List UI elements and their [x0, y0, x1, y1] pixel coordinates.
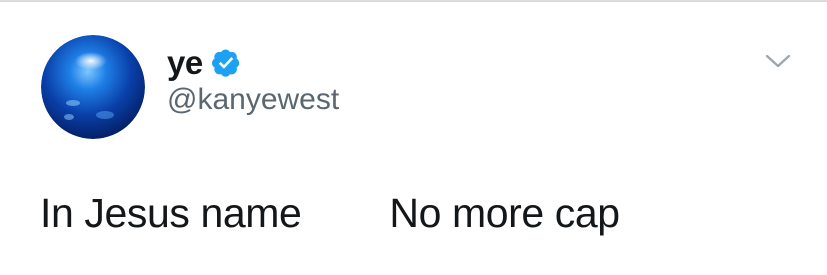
user-handle[interactable]: @kanyewest: [167, 85, 339, 115]
verified-badge-icon: [211, 48, 241, 77]
display-name[interactable]: ye: [167, 46, 203, 79]
display-name-row[interactable]: ye: [167, 40, 241, 84]
blue-orb-avatar-icon: [41, 35, 145, 139]
top-divider: [0, 0, 827, 2]
tweet-card: ye @kanyewest In Jesus name No more cap: [0, 0, 827, 275]
chevron-down-icon[interactable]: [763, 50, 793, 72]
tweet-text: In Jesus name No more cap: [40, 190, 620, 236]
avatar[interactable]: [41, 35, 145, 139]
